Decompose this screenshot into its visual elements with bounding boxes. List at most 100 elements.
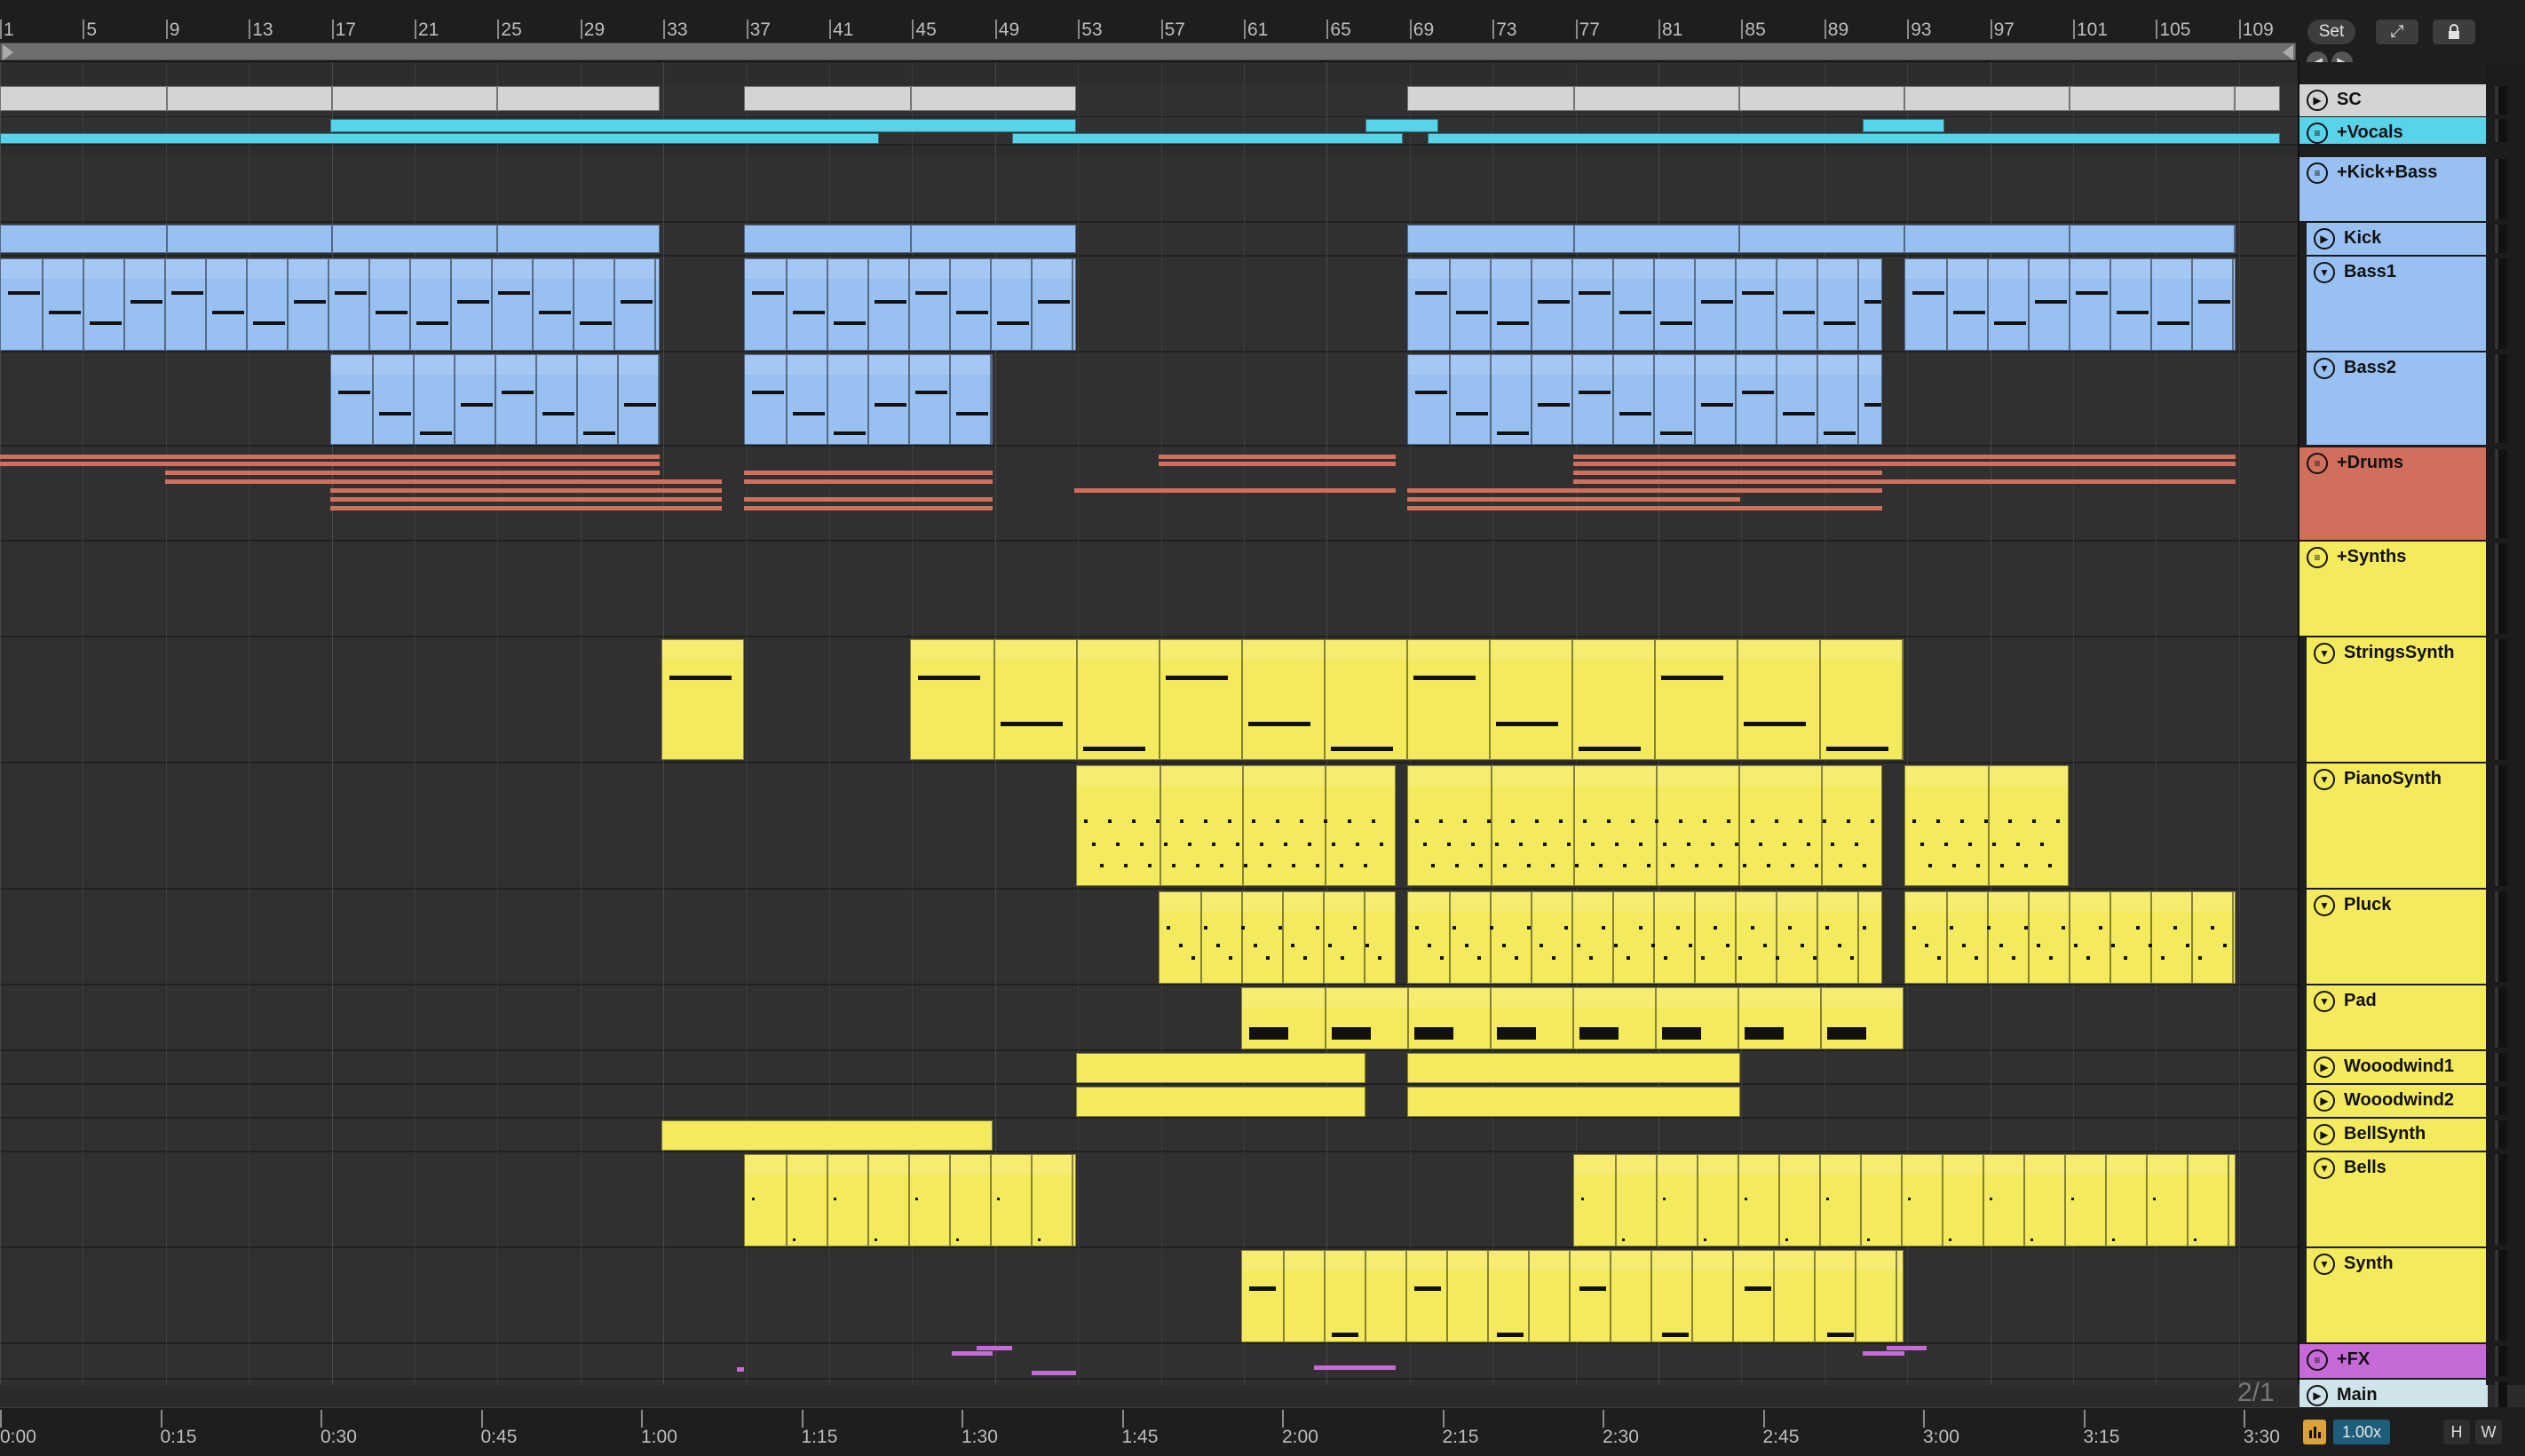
track-header[interactable]: ▼ Pad: [2307, 985, 2488, 1051]
track-lane[interactable]: [0, 542, 2298, 637]
piano-synth-clip[interactable]: [1076, 765, 1396, 886]
woodwind2-clip[interactable]: [1076, 1087, 1365, 1117]
kick-clip[interactable]: [0, 225, 660, 253]
bass2-clip[interactable]: [744, 354, 993, 445]
loop-brace[interactable]: [0, 43, 2296, 60]
drums-clip[interactable]: [744, 497, 993, 502]
drums-clip[interactable]: [0, 462, 660, 466]
track-header[interactable]: ▼ Bass2: [2307, 352, 2488, 447]
woodwind2-clip[interactable]: [1407, 1087, 1740, 1117]
loop-end-icon[interactable]: [2283, 44, 2293, 60]
track-header[interactable]: ≡ +Vocals: [2299, 117, 2488, 146]
drums-clip[interactable]: [1407, 506, 1882, 510]
pluck-clip[interactable]: [1407, 891, 1882, 984]
drums-clip[interactable]: [1573, 455, 2236, 459]
piano-synth-clip[interactable]: [1904, 765, 2069, 886]
track-header[interactable]: ▶ SC: [2299, 84, 2488, 118]
vocals-clip[interactable]: [1365, 119, 1438, 132]
track-lane[interactable]: [0, 157, 2298, 223]
play-triangle-icon[interactable]: ▶: [2307, 90, 2328, 111]
synth-clip[interactable]: [1241, 1250, 1904, 1342]
group-lines-icon[interactable]: ≡: [2307, 547, 2328, 568]
w-toggle-button[interactable]: W: [2475, 1420, 2502, 1444]
track-header[interactable]: ≡ +FX: [2299, 1344, 2488, 1380]
group-lines-icon[interactable]: ≡: [2307, 1349, 2328, 1371]
fx-clip[interactable]: [1032, 1371, 1076, 1375]
drums-clip[interactable]: [1159, 462, 1396, 466]
fold-triangle-icon[interactable]: ▼: [2314, 1158, 2335, 1179]
drums-clip[interactable]: [1573, 462, 2236, 466]
track-header[interactable]: ▶ BellSynth: [2307, 1119, 2488, 1152]
fx-clip[interactable]: [1863, 1351, 1904, 1356]
track-header[interactable]: ≡ +Kick+Bass: [2299, 157, 2488, 223]
fx-clip[interactable]: [977, 1346, 1012, 1350]
h-toggle-button[interactable]: H: [2443, 1420, 2470, 1444]
fold-triangle-icon[interactable]: ▼: [2314, 1254, 2335, 1275]
track-header[interactable]: ▼ Pluck: [2307, 890, 2488, 985]
track-header[interactable]: ▶ Wooodwind2: [2307, 1085, 2488, 1119]
track-header[interactable]: ▼ StringsSynth: [2307, 637, 2488, 764]
drums-clip[interactable]: [1407, 497, 1740, 502]
drums-clip[interactable]: [165, 471, 660, 475]
bellsynth-clip[interactable]: [661, 1120, 993, 1151]
piano-synth-clip[interactable]: [1407, 765, 1882, 886]
lock-icon[interactable]: [2433, 20, 2475, 44]
track-header[interactable]: ▼ Bass1: [2307, 257, 2488, 352]
play-triangle-icon[interactable]: ▶: [2314, 1090, 2335, 1112]
pluck-clip[interactable]: [1904, 891, 2236, 984]
pluck-clip[interactable]: [1159, 891, 1396, 984]
sc-clip[interactable]: [744, 86, 1076, 111]
cpu-meter-icon[interactable]: [2303, 1420, 2326, 1444]
bar-ruler[interactable]: 1 5 9 13 17 21 25 29 33 37 41 45 49 53 57 61 65 69 73 77 81 8…: [0, 0, 2298, 62]
woodwind1-clip[interactable]: [1076, 1053, 1365, 1083]
drums-clip[interactable]: [744, 506, 993, 510]
kick-clip[interactable]: [1407, 225, 2236, 253]
track-header[interactable]: ▶ Kick: [2307, 223, 2488, 257]
drums-clip[interactable]: [330, 497, 722, 502]
track-lane[interactable]: [0, 1344, 2298, 1380]
drums-clip[interactable]: [1573, 479, 2236, 484]
fold-triangle-icon[interactable]: ▼: [2314, 262, 2335, 283]
kick-clip[interactable]: [744, 225, 1076, 253]
track-header[interactable]: ▶ Wooodwind1: [2307, 1051, 2488, 1085]
bells-clip[interactable]: [744, 1154, 1076, 1246]
fold-triangle-icon[interactable]: ▼: [2314, 769, 2335, 790]
bass1-clip[interactable]: [1407, 258, 1882, 351]
drums-clip[interactable]: [330, 506, 722, 510]
track-header[interactable]: ≡ +Synths: [2299, 542, 2488, 637]
drums-clip[interactable]: [1074, 488, 1396, 493]
track-lane[interactable]: [0, 1119, 2298, 1152]
drums-clip[interactable]: [744, 471, 993, 475]
play-triangle-icon[interactable]: ▶: [2314, 1056, 2335, 1078]
play-triangle-icon[interactable]: ▶: [2314, 1124, 2335, 1145]
drums-clip[interactable]: [1159, 455, 1396, 459]
vocals-lane-clip[interactable]: [1428, 133, 2280, 144]
vocals-lane-clip[interactable]: [1012, 133, 1403, 144]
drums-clip[interactable]: [744, 479, 993, 484]
vocals-lane-clip[interactable]: [0, 133, 879, 144]
group-lines-icon[interactable]: ≡: [2307, 123, 2328, 144]
fold-triangle-icon[interactable]: ▼: [2314, 643, 2335, 664]
time-ruler[interactable]: 0:00 0:15 0:30 0:45 1:00 1:15 1:30 1:45 2:00 2:15…: [0, 1407, 2298, 1456]
strings-synth-clip[interactable]: [661, 639, 744, 760]
fold-triangle-icon[interactable]: ▼: [2314, 358, 2335, 379]
bass2-clip[interactable]: [1407, 354, 1882, 445]
vocals-clip[interactable]: [330, 119, 1076, 132]
fold-triangle-icon[interactable]: ▼: [2314, 895, 2335, 916]
bass2-clip[interactable]: [330, 354, 660, 445]
zoom-value[interactable]: 1.00x: [2333, 1420, 2390, 1444]
pad-clip[interactable]: [1241, 987, 1904, 1049]
track-header[interactable]: ▼ Bells: [2307, 1152, 2488, 1248]
fx-clip[interactable]: [952, 1351, 993, 1356]
drums-clip[interactable]: [330, 488, 722, 493]
woodwind1-clip[interactable]: [1407, 1053, 1740, 1083]
play-triangle-icon[interactable]: ▶: [2307, 1385, 2328, 1406]
drums-clip[interactable]: [0, 455, 660, 459]
track-header[interactable]: ≡ +Drums: [2299, 447, 2488, 542]
strings-synth-clip[interactable]: [910, 639, 1904, 760]
fold-triangle-icon[interactable]: ▼: [2314, 991, 2335, 1012]
bells-clip[interactable]: [1573, 1154, 2236, 1246]
group-lines-icon[interactable]: ≡: [2307, 453, 2328, 474]
fx-clip[interactable]: [737, 1367, 744, 1372]
track-header[interactable]: ▼ Synth: [2307, 1248, 2488, 1344]
